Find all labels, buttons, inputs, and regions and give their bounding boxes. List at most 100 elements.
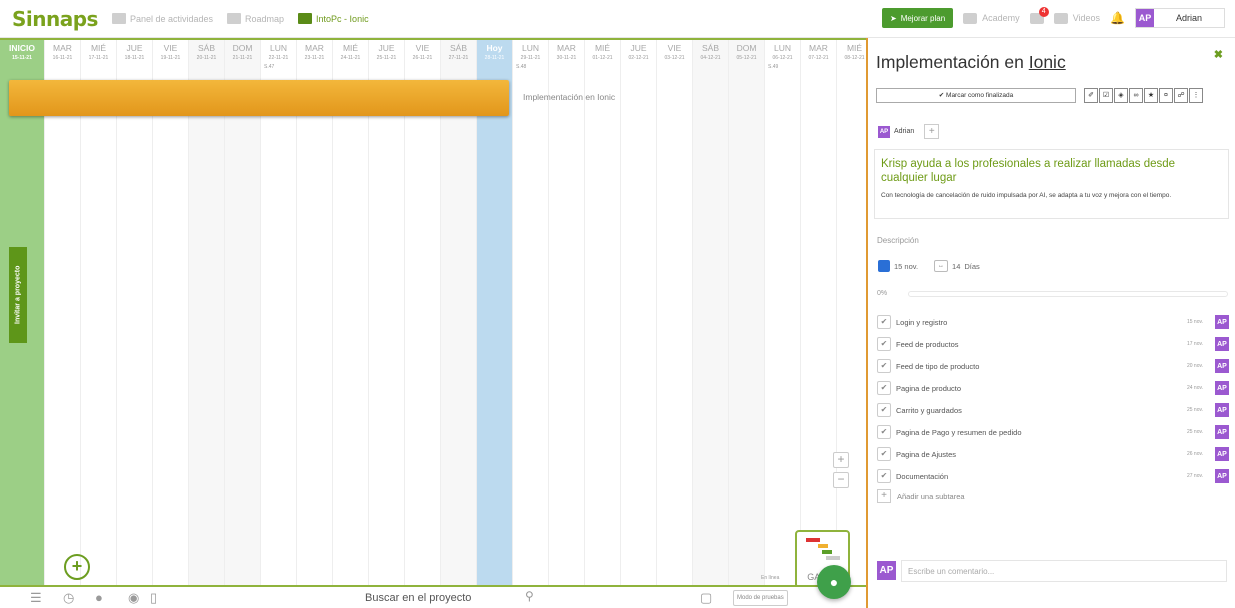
attachment-icon[interactable]: ☍ [1174, 88, 1188, 103]
team-icon[interactable]: ● [95, 590, 103, 605]
day-name: MAR [305, 43, 324, 53]
day-date: 20-11-21 [196, 55, 217, 61]
subtask-name[interactable]: Pagina de producto [896, 384, 1167, 393]
link-icon[interactable]: ∞ [1129, 88, 1143, 103]
dashboard-icon[interactable]: ◉ [128, 590, 139, 606]
duration-value[interactable]: 14 [952, 262, 960, 271]
invite-to-project-button[interactable]: Invitar a proyecto [9, 247, 27, 343]
nav-panel-actividades[interactable]: Panel de actividades [111, 13, 213, 24]
zoom-in-button[interactable]: + [833, 452, 849, 468]
nav-roadmap[interactable]: Roadmap [227, 13, 284, 24]
check-icon[interactable]: ✔ [877, 403, 891, 417]
user-menu[interactable]: AP Adrian [1135, 8, 1225, 28]
day-column: VIE 26-11-21 [405, 40, 441, 585]
avatar[interactable]: AP [1215, 447, 1229, 461]
file-icon[interactable]: ▢ [700, 590, 712, 606]
check-icon[interactable]: ✔ [877, 425, 891, 439]
check-icon[interactable]: ✔ [877, 447, 891, 461]
subtask-item[interactable]: ✔ Feed de tipo de producto 20 nov. AP [877, 358, 1229, 374]
list-icon[interactable]: ☰ [30, 590, 42, 606]
clock-icon[interactable]: ◷ [63, 590, 74, 606]
start-date[interactable]: 15 nov. [894, 262, 918, 271]
task-bar[interactable] [9, 80, 509, 116]
subtask-name[interactable]: Documentación [896, 472, 1167, 481]
day-name: SÁB [449, 43, 467, 53]
gantt-icon [806, 538, 840, 560]
avatar[interactable]: AP [1215, 403, 1229, 417]
subtask-name[interactable]: Pagina de Ajustes [896, 450, 1167, 459]
videos-link[interactable]: Videos [1053, 12, 1100, 24]
subtask-item[interactable]: ✔ Pagina de Ajustes 26 nov. AP [877, 446, 1229, 462]
check-icon[interactable]: ✔ [877, 359, 891, 373]
description-field[interactable]: Descripción [877, 236, 919, 245]
more-icon[interactable]: ⋮ [1189, 88, 1203, 103]
day-column: MAR 07-12-21 [801, 40, 837, 585]
money-icon[interactable]: ¤ [1159, 88, 1173, 103]
subtask-date: 17 nov. [1186, 341, 1203, 347]
subtask-name[interactable]: Feed de productos [896, 340, 1167, 349]
calendar-icon[interactable] [878, 260, 890, 272]
task-bar-label[interactable]: Implementación en Ionic [523, 92, 615, 102]
add-activity-button[interactable]: + [64, 554, 90, 580]
subtask-name[interactable]: Pagina de Pago y resumen de pedido [896, 428, 1167, 437]
avatar[interactable]: AP [1215, 359, 1229, 373]
subtask-name[interactable]: Login y registro [896, 318, 1167, 327]
day-column: MAR 23-11-21 [297, 40, 333, 585]
day-date: 23-11-21 [304, 55, 325, 61]
subtask-item[interactable]: ✔ Login y registro 15 nov. AP [877, 314, 1229, 330]
academy-link[interactable]: Academy [963, 12, 1020, 24]
gantt-timeline[interactable]: INICIO 15-11-21 MAR 16-11-21 MIÉ 17-11-21 JUE 1… [0, 38, 866, 585]
test-mode-button[interactable]: Modo de pruebas [733, 590, 788, 606]
day-date: 08-12-21 [844, 55, 865, 61]
day-name: MIÉ [594, 43, 611, 53]
subtask-item[interactable]: ✔ Pagina de producto 24 nov. AP [877, 380, 1229, 396]
avatar[interactable]: AP [1215, 381, 1229, 395]
day-column: MAR 30-11-21 [549, 40, 585, 585]
trophy-icon[interactable]: ★ [1144, 88, 1158, 103]
day-column: DOM 05-12-21 [729, 40, 765, 585]
tag-icon[interactable]: ◈ [1114, 88, 1128, 103]
check-icon[interactable]: ✔ [877, 337, 891, 351]
checklist-icon[interactable]: ☑ [1099, 88, 1113, 103]
subtask-name[interactable]: Feed de tipo de producto [896, 362, 1167, 371]
subtask-date: 25 nov. [1186, 429, 1203, 435]
subtask-item[interactable]: ✔ Carrito y guardados 25 nov. AP [877, 402, 1229, 418]
day-column: LUN 29-11-21 S.48 [513, 40, 549, 585]
close-icon[interactable]: ✖ [1214, 48, 1223, 61]
document-icon[interactable]: ▯ [150, 590, 157, 606]
search-icon[interactable]: ⚲ [525, 589, 534, 603]
check-icon[interactable]: ✔ [877, 381, 891, 395]
mark-done-button[interactable]: ✔ Marcar como finalizada [876, 88, 1076, 103]
subtask-name[interactable]: Carrito y guardados [896, 406, 1167, 415]
zoom-out-button[interactable]: − [833, 472, 849, 488]
ad-banner[interactable]: Krisp ayuda a los profesionales a realiz… [874, 149, 1229, 219]
check-icon[interactable]: ✔ [877, 469, 891, 483]
avatar[interactable]: AP [1215, 337, 1229, 351]
upgrade-plan-button[interactable]: ➤ Mejorar plan [881, 8, 954, 28]
day-date: 04-12-21 [700, 55, 721, 61]
subtask-item[interactable]: ✔ Feed de productos 17 nov. AP [877, 336, 1229, 352]
day-column: DOM 21-11-21 [225, 40, 261, 585]
online-status: En línea [761, 575, 780, 581]
chat-button[interactable]: ● [817, 565, 851, 599]
progress-bar[interactable] [908, 291, 1228, 297]
project-search-input[interactable]: Buscar en el proyecto [365, 592, 471, 604]
add-subtask-button[interactable]: + Añadir una subtarea [877, 489, 965, 503]
notifications-button[interactable]: 🔔 [1110, 11, 1125, 25]
avatar[interactable]: AP [1215, 425, 1229, 439]
check-icon[interactable]: ✔ [877, 315, 891, 329]
comment-input[interactable]: Escribe un comentario... [901, 560, 1227, 582]
messages-button[interactable]: 4 [1029, 6, 1049, 24]
brush-icon[interactable]: ✐ [1084, 88, 1098, 103]
progress-label: 0% [877, 290, 888, 297]
subtask-item[interactable]: ✔ Documentación 27 nov. AP [877, 468, 1229, 484]
subtask-item[interactable]: ✔ Pagina de Pago y resumen de pedido 25 no… [877, 424, 1229, 440]
sinnaps-logo[interactable]: Sinnaps [12, 7, 98, 31]
nav-project[interactable]: IntoPc - Ionic [298, 13, 369, 24]
week-number: S.49 [768, 64, 779, 70]
avatar[interactable]: AP [1215, 315, 1229, 329]
add-assignee-button[interactable]: + [924, 124, 940, 139]
avatar[interactable]: AP [1215, 469, 1229, 483]
day-column: JUE 18-11-21 [117, 40, 153, 585]
day-name: DOM [232, 43, 253, 53]
